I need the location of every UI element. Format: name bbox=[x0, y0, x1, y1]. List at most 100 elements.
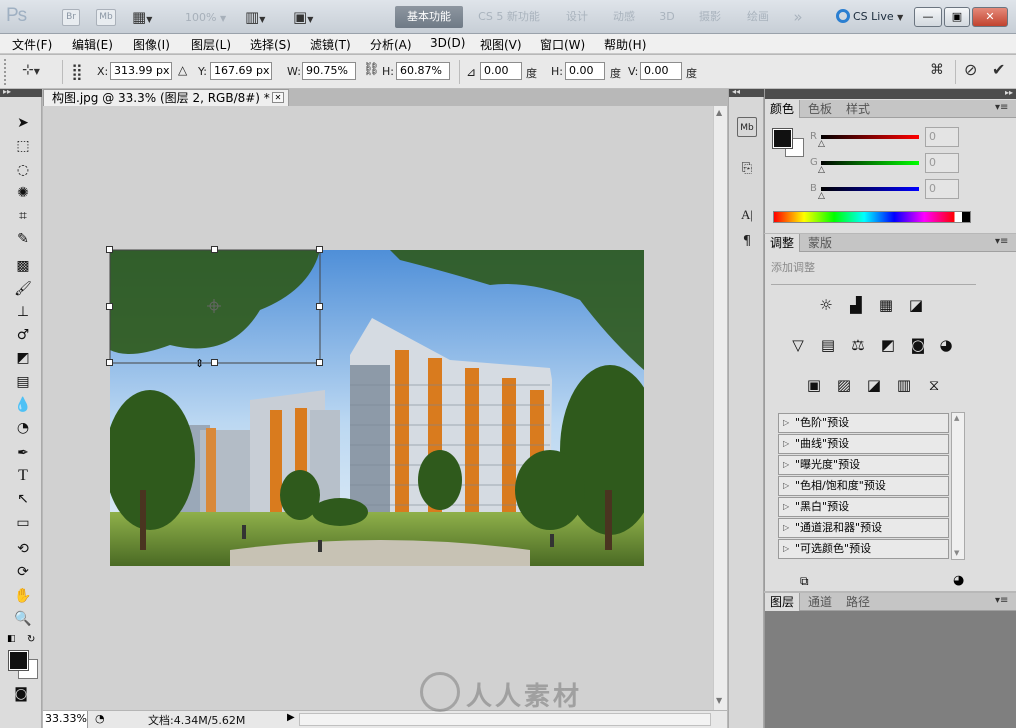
menu-filter[interactable]: 滤镜(T) bbox=[310, 36, 351, 53]
brightness-contrast-icon[interactable]: ☼ bbox=[815, 294, 837, 316]
channel-mixer-icon[interactable]: ◕ bbox=[935, 334, 957, 356]
horizontal-skew-field[interactable]: 0.00 bbox=[565, 62, 605, 80]
menu-help[interactable]: 帮助(H) bbox=[604, 36, 646, 53]
default-colors-icon[interactable]: ◧ bbox=[7, 634, 16, 644]
lasso-tool-icon[interactable]: ◌ bbox=[13, 160, 33, 180]
eraser-tool-icon[interactable]: ◩ bbox=[13, 348, 33, 368]
y-position-field[interactable]: 167.69 px bbox=[210, 62, 272, 80]
link-proportions-icon[interactable]: ⛓ bbox=[363, 62, 380, 77]
preset-selective-color[interactable]: ▷ "可选颜色"预设 bbox=[778, 539, 949, 559]
shape-tool-icon[interactable]: ▭ bbox=[13, 513, 33, 533]
return-to-list-icon[interactable]: ⧉ bbox=[800, 574, 809, 589]
restore-button[interactable]: ▣ bbox=[944, 7, 970, 27]
tab-channels[interactable]: 通道 bbox=[803, 593, 837, 611]
workspace-photography[interactable]: 摄影 bbox=[690, 6, 730, 28]
gradient-tool-icon[interactable]: ▤ bbox=[13, 372, 33, 392]
color-spectrum-bar[interactable] bbox=[773, 211, 971, 223]
character-panel-icon[interactable]: A| bbox=[737, 205, 757, 225]
zoom-tool-icon[interactable]: 🔍 bbox=[13, 609, 33, 629]
dock-strip-header[interactable]: ◂◂ bbox=[729, 87, 765, 97]
tab-color[interactable]: 颜色 bbox=[765, 100, 801, 118]
transform-handle-top-left[interactable] bbox=[106, 246, 113, 253]
menu-edit[interactable]: 编辑(E) bbox=[72, 36, 113, 53]
scroll-up-icon[interactable]: ▲ bbox=[954, 414, 959, 422]
3d-orbit-tool-icon[interactable]: ⟳ bbox=[13, 562, 33, 582]
transform-handle-left[interactable] bbox=[106, 303, 113, 310]
status-menu-arrow-icon[interactable]: ▶ bbox=[287, 712, 295, 723]
path-selection-tool-icon[interactable]: ↖ bbox=[13, 489, 33, 509]
red-slider-thumb[interactable]: △ bbox=[818, 139, 825, 149]
panel-menu-icon[interactable]: ▾≡ bbox=[995, 595, 1008, 606]
preset-black-white[interactable]: ▷ "黑白"预设 bbox=[778, 497, 949, 517]
menu-window[interactable]: 窗口(W) bbox=[540, 36, 585, 53]
mini-bridge-button[interactable]: Mb bbox=[96, 9, 116, 26]
tab-paths[interactable]: 路径 bbox=[841, 593, 875, 611]
bridge-button[interactable]: Br bbox=[62, 9, 80, 26]
type-tool-icon[interactable]: T bbox=[13, 466, 33, 486]
preset-curves[interactable]: ▷ "曲线"预设 bbox=[778, 434, 949, 454]
relative-position-icon[interactable]: △ bbox=[178, 63, 187, 77]
tab-layers[interactable]: 图层 bbox=[765, 593, 801, 611]
crop-tool-icon[interactable]: ⌗ bbox=[13, 206, 33, 226]
levels-icon[interactable]: ▟ bbox=[845, 294, 867, 316]
color-panel-header[interactable]: ▸▸ bbox=[765, 88, 1016, 99]
clone-stamp-tool-icon[interactable]: ⊥ bbox=[13, 302, 33, 322]
marquee-tool-icon[interactable]: ⬚ bbox=[13, 136, 33, 156]
brush-tool-icon[interactable]: 🖌 bbox=[13, 279, 33, 299]
workspace-motion[interactable]: 动感 bbox=[604, 6, 644, 28]
rotate-angle-field[interactable]: 0.00 bbox=[480, 62, 522, 80]
width-field[interactable]: 90.75% bbox=[302, 62, 356, 80]
cancel-transform-icon[interactable]: ⊘ bbox=[964, 60, 977, 79]
vertical-skew-field[interactable]: 0.00 bbox=[640, 62, 682, 80]
invert-icon[interactable]: ▣ bbox=[803, 374, 825, 396]
preset-levels[interactable]: ▷ "色阶"预设 bbox=[778, 413, 949, 433]
preset-hue-saturation[interactable]: ▷ "色相/饱和度"预设 bbox=[778, 476, 949, 496]
workspace-painting[interactable]: 绘画 bbox=[738, 6, 778, 28]
menu-3d[interactable]: 3D(D) bbox=[430, 36, 465, 50]
arrange-documents-icon[interactable]: ▥▼ bbox=[245, 8, 265, 26]
transform-tool-icon[interactable]: ⊹▼ bbox=[22, 62, 40, 78]
swap-colors-icon[interactable]: ↻ bbox=[27, 634, 35, 645]
mini-bridge-panel-icon[interactable]: Mb bbox=[737, 117, 757, 137]
document-tab[interactable]: 构图.jpg @ 33.3% (图层 2, RGB/8#) * bbox=[43, 89, 289, 106]
transform-handle-top-right[interactable] bbox=[316, 246, 323, 253]
tab-masks[interactable]: 蒙版 bbox=[803, 234, 837, 252]
status-info-icon[interactable]: ◔ bbox=[95, 712, 105, 725]
quick-mask-icon[interactable]: ◙ bbox=[11, 684, 31, 704]
foreground-color-chip[interactable] bbox=[772, 128, 793, 149]
scroll-up-icon[interactable]: ▲ bbox=[716, 108, 722, 117]
commit-transform-icon[interactable]: ✔ bbox=[992, 60, 1005, 79]
workspace-3d[interactable]: 3D bbox=[651, 6, 683, 28]
healing-brush-tool-icon[interactable]: ▩ bbox=[13, 256, 33, 276]
screen-mode-icon[interactable]: ▣▼ bbox=[293, 8, 313, 26]
panel-menu-icon[interactable]: ▾≡ bbox=[995, 102, 1008, 113]
height-field[interactable]: 60.87% bbox=[396, 62, 450, 80]
transform-handle-bottom-left[interactable] bbox=[106, 359, 113, 366]
green-slider[interactable] bbox=[821, 161, 919, 165]
transform-handle-right[interactable] bbox=[316, 303, 323, 310]
paragraph-panel-icon[interactable]: ¶ bbox=[737, 232, 757, 252]
curves-icon[interactable]: ▦ bbox=[875, 294, 897, 316]
photo-filter-icon[interactable]: ◙ bbox=[907, 334, 929, 356]
horizontal-scrollbar[interactable] bbox=[299, 713, 711, 726]
exposure-icon[interactable]: ◪ bbox=[905, 294, 927, 316]
presets-scrollbar[interactable]: ▲ ▼ bbox=[951, 412, 965, 560]
tab-swatches[interactable]: 色板 bbox=[803, 100, 837, 118]
status-zoom-field[interactable]: 33.33% bbox=[43, 711, 88, 728]
threshold-icon[interactable]: ◪ bbox=[863, 374, 885, 396]
document-tab-close-icon[interactable]: ✕ bbox=[272, 92, 284, 103]
selective-color-icon[interactable]: ⧖ bbox=[923, 374, 945, 396]
clip-to-layer-icon[interactable]: ◕ bbox=[953, 573, 964, 588]
green-slider-thumb[interactable]: △ bbox=[818, 165, 825, 175]
color-balance-icon[interactable]: ⚖ bbox=[847, 334, 869, 356]
zoom-level-display[interactable]: 100% ▼ bbox=[185, 11, 226, 24]
menu-image[interactable]: 图像(I) bbox=[133, 36, 170, 53]
blur-tool-icon[interactable]: 💧 bbox=[13, 395, 33, 415]
minimize-button[interactable]: — bbox=[914, 7, 942, 27]
posterize-icon[interactable]: ▨ bbox=[833, 374, 855, 396]
workspace-essentials[interactable]: 基本功能 bbox=[395, 6, 463, 28]
transform-handle-bottom[interactable] bbox=[211, 359, 218, 366]
dodge-tool-icon[interactable]: ◔ bbox=[13, 418, 33, 438]
foreground-color-swatch[interactable] bbox=[8, 650, 29, 671]
tab-adjustments[interactable]: 调整 bbox=[765, 234, 801, 252]
